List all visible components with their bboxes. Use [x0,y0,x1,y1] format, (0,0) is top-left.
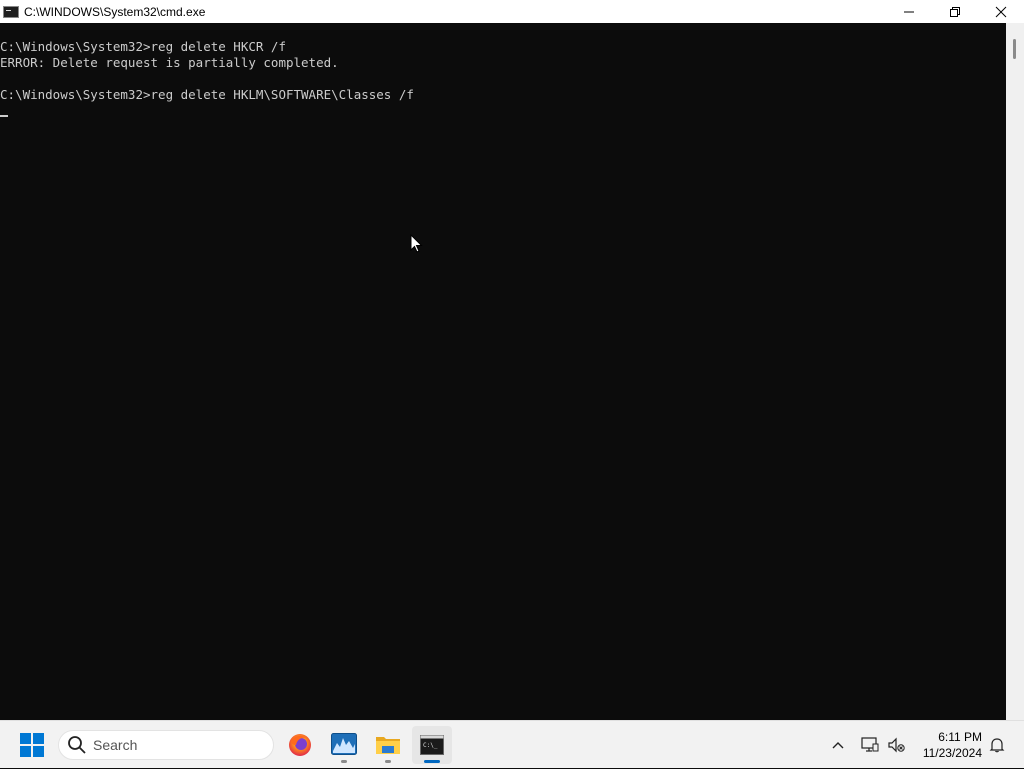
close-button[interactable] [978,0,1024,23]
minimize-icon [904,11,914,12]
scrollbar-thumb[interactable] [1013,39,1016,59]
close-icon [995,6,1007,17]
window-title: C:\WINDOWS\System32\cmd.exe [24,4,206,19]
terminal-icon: C:\_ [420,735,444,755]
tray-network[interactable] [858,721,882,769]
clock-date: 11/23/2024 [922,746,982,760]
start-button[interactable] [12,728,52,762]
active-indicator [424,760,440,763]
chevron-up-icon [832,742,844,749]
cmd-icon [3,5,19,18]
search-icon [68,736,86,754]
vertical-scrollbar[interactable] [1006,23,1024,720]
chart-app-icon [331,733,357,755]
restore-button[interactable] [932,0,978,23]
firefox-icon [289,734,311,756]
console-output[interactable]: C:\Windows\System32>reg delete HKCR /f E… [0,23,1006,720]
search-placeholder: Search [93,737,138,753]
console-line: ERROR: Delete request is partially compl… [0,55,339,70]
restore-icon [950,6,960,17]
taskbar-app-task-manager[interactable] [324,726,364,764]
minimize-button[interactable] [886,0,932,23]
taskbar-app-firefox[interactable] [280,726,320,764]
console-cursor-line [0,103,1006,119]
taskbar: Search C:\_ 6:11 PM 11/23/2024 [0,720,1024,768]
mouse-pointer-icon [410,234,423,253]
cmd-window: C:\WINDOWS\System32\cmd.exe C:\Windows\S… [0,0,1024,720]
tray-overflow-button[interactable] [826,721,850,769]
volume-muted-icon [888,737,905,753]
taskbar-app-command-prompt[interactable]: C:\_ [412,726,452,764]
taskbar-app-file-explorer[interactable] [368,726,408,764]
console-line: C:\Windows\System32>reg delete HKLM\SOFT… [0,87,414,102]
console-line: C:\Windows\System32>reg delete HKCR /f [0,39,286,54]
svg-text:C:\_: C:\_ [423,742,438,749]
running-indicator [341,760,347,763]
taskbar-search[interactable]: Search [58,730,274,760]
running-indicator [385,760,391,763]
notifications-button[interactable] [986,721,1008,769]
title-bar[interactable]: C:\WINDOWS\System32\cmd.exe [0,0,1024,23]
network-icon [861,737,879,752]
clock-time: 6:11 PM [938,730,982,744]
taskbar-clock[interactable]: 6:11 PM 11/23/2024 [923,729,982,761]
windows-logo-icon [20,733,44,757]
tray-volume[interactable] [884,721,908,769]
bell-icon [989,738,1005,753]
text-cursor [0,115,8,117]
window-controls [886,0,1024,23]
folder-icon [376,737,400,754]
